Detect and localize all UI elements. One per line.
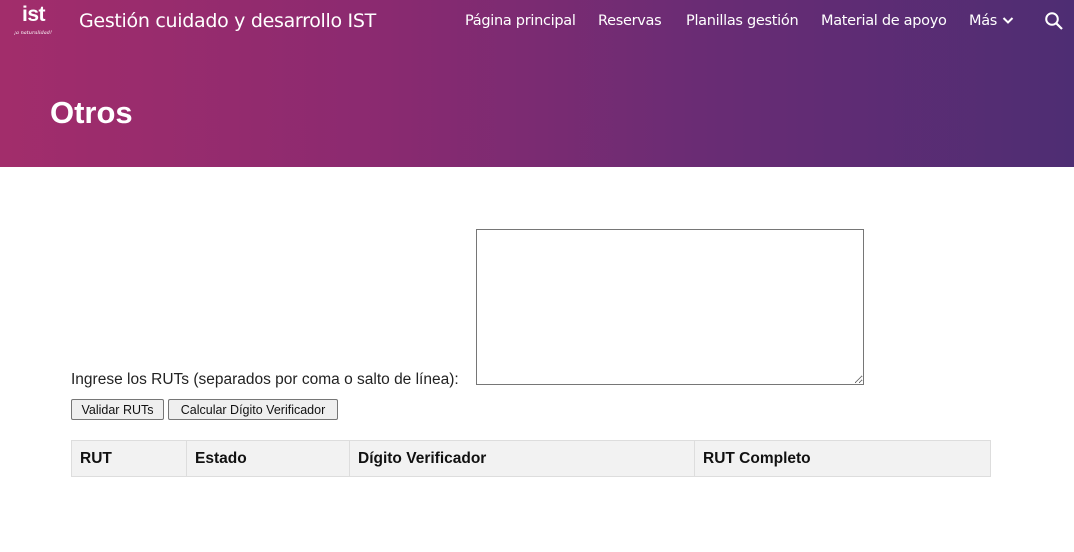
page-title: Otros [50,95,133,130]
header-banner: ist ¡a naturalidad! Gestión cuidado y de… [0,0,1074,167]
nav-more-menu[interactable]: Más [969,13,1015,29]
results-table: RUT Estado Dígito Verificador RUT Comple… [71,440,991,477]
column-header-rut: RUT [71,440,187,477]
main-nav: Página principal Reservas Planillas gest… [0,13,1074,33]
rut-textarea[interactable] [476,229,864,385]
search-icon[interactable] [1044,11,1064,31]
nav-link-planillas[interactable]: Planillas gestión [686,13,799,29]
calculate-check-digit-button[interactable]: Calcular Dígito Verificador [168,399,338,420]
nav-link-reservas[interactable]: Reservas [598,13,662,29]
table-header-row: RUT Estado Dígito Verificador RUT Comple… [71,440,991,477]
column-header-estado: Estado [186,440,350,477]
validate-ruts-button[interactable]: Validar RUTs [71,399,164,420]
column-header-digito: Dígito Verificador [349,440,695,477]
nav-link-home[interactable]: Página principal [465,13,576,29]
nav-more-label: Más [969,13,998,29]
chevron-down-icon [1002,17,1014,24]
column-header-rut-completo: RUT Completo [694,440,991,477]
rut-input-label: Ingrese los RUTs (separados por coma o s… [71,371,459,388]
nav-link-material[interactable]: Material de apoyo [821,13,947,29]
